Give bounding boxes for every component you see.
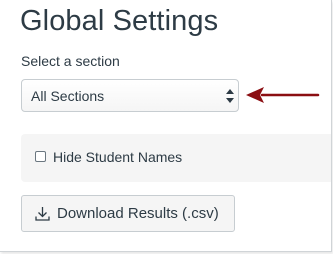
page-title: Global Settings — [20, 5, 219, 37]
red-pointer-arrow-icon — [246, 87, 320, 103]
section-select-value: All Sections — [31, 88, 105, 104]
sort-arrows-icon — [226, 89, 234, 103]
hide-student-names-panel: Hide Student Names — [21, 134, 331, 182]
download-results-label: Download Results (.csv) — [57, 205, 219, 222]
global-settings-panel: Global Settings Select a section All Sec… — [0, 0, 332, 252]
download-icon — [35, 207, 50, 221]
hide-student-names-label[interactable]: Hide Student Names — [53, 149, 182, 165]
hide-student-names-checkbox[interactable] — [35, 151, 46, 162]
download-results-button[interactable]: Download Results (.csv) — [21, 195, 235, 232]
section-select[interactable]: All Sections — [21, 79, 239, 112]
section-select-label: Select a section — [21, 53, 120, 69]
